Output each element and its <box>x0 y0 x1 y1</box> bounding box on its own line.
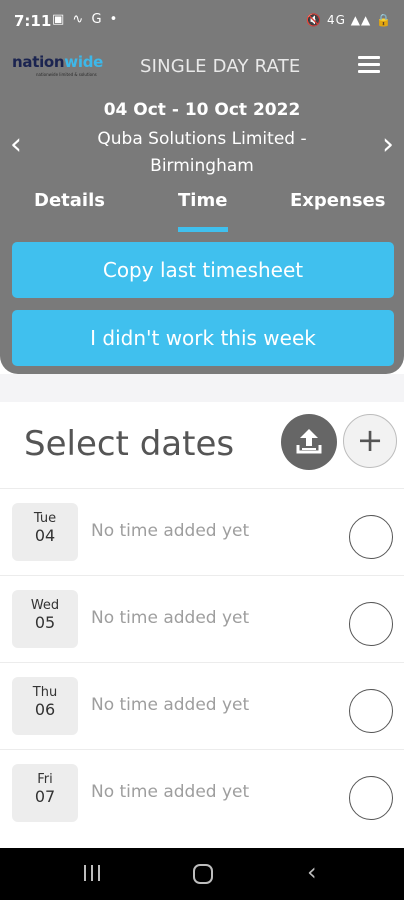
system-status-icons: 🔇 4G ▲▲ 🔒 <box>306 13 392 27</box>
logo-text-wide: wide <box>64 53 104 71</box>
nationwide-logo: nationwide nationwide limited & solution… <box>12 53 108 79</box>
select-dates-heading: Select dates <box>24 424 235 464</box>
day-row[interactable]: Tue 04 No time added yet <box>0 488 404 575</box>
day-name: Fri <box>37 772 53 787</box>
notification-icons: ▣ ∿ G • <box>52 12 120 27</box>
didnt-work-this-week-button[interactable]: I didn't work this week <box>12 310 394 366</box>
day-name: Thu <box>32 685 58 700</box>
day-status: No time added yet <box>91 521 250 541</box>
add-button[interactable]: + <box>343 414 397 468</box>
actions-panel: Copy last timesheet I didn't work this w… <box>0 232 404 374</box>
tab-expenses[interactable]: Expenses <box>290 190 385 211</box>
day-number: 07 <box>34 787 56 806</box>
copy-last-timesheet-button[interactable]: Copy last timesheet <box>12 242 394 298</box>
app-header: nationwide nationwide limited & solution… <box>0 44 404 232</box>
day-status: No time added yet <box>91 608 250 628</box>
week-period: 04 Oct - 10 Oct 2022 <box>103 100 301 120</box>
dates-panel: Select dates + Tue 04 No time added yet … <box>0 402 404 848</box>
chevron-left-icon[interactable]: ‹ <box>10 130 22 160</box>
day-badge: Fri 07 <box>12 764 78 822</box>
checkbox-circle-icon[interactable] <box>349 515 393 559</box>
tab-time[interactable]: Time <box>178 190 227 211</box>
chevron-right-icon[interactable]: › <box>382 130 394 160</box>
home-icon[interactable] <box>193 864 213 884</box>
checkbox-circle-icon[interactable] <box>349 776 393 820</box>
day-badge: Wed 05 <box>12 590 78 648</box>
back-icon[interactable]: ‹ <box>307 858 317 886</box>
recents-icon[interactable] <box>82 865 102 883</box>
hamburger-menu-icon[interactable] <box>358 56 380 74</box>
logo-text-nation: nation <box>12 53 65 71</box>
upload-button[interactable] <box>281 414 337 470</box>
checkbox-circle-icon[interactable] <box>349 689 393 733</box>
day-number: 06 <box>34 700 56 719</box>
tab-details[interactable]: Details <box>34 190 105 211</box>
day-row[interactable]: Wed 05 No time added yet <box>0 575 404 662</box>
day-status: No time added yet <box>91 782 250 802</box>
day-status: No time added yet <box>91 695 250 715</box>
day-row[interactable]: Thu 06 No time added yet <box>0 662 404 749</box>
day-badge: Thu 06 <box>12 677 78 735</box>
page-title: SINGLE DAY RATE <box>140 56 301 77</box>
day-name: Tue <box>33 511 57 526</box>
checkbox-circle-icon[interactable] <box>349 602 393 646</box>
system-nav-bar: ‹ <box>0 848 404 900</box>
day-badge: Tue 04 <box>12 503 78 561</box>
day-number: 05 <box>34 613 56 632</box>
plus-icon: + <box>356 421 384 459</box>
status-time: 7:11 <box>14 12 52 30</box>
status-bar: 7:11 ▣ ∿ G • 🔇 4G ▲▲ 🔒 <box>0 0 404 44</box>
tab-bar: Details Time Expenses <box>0 186 404 232</box>
client-name: Quba Solutions Limited - Birmingham <box>97 129 307 176</box>
day-row[interactable]: Fri 07 No time added yet <box>0 749 404 836</box>
upload-icon <box>296 429 322 454</box>
day-name: Wed <box>30 598 60 613</box>
day-number: 04 <box>34 526 56 545</box>
logo-tagline: nationwide limited & solutions <box>36 72 97 77</box>
section-divider <box>0 374 404 402</box>
